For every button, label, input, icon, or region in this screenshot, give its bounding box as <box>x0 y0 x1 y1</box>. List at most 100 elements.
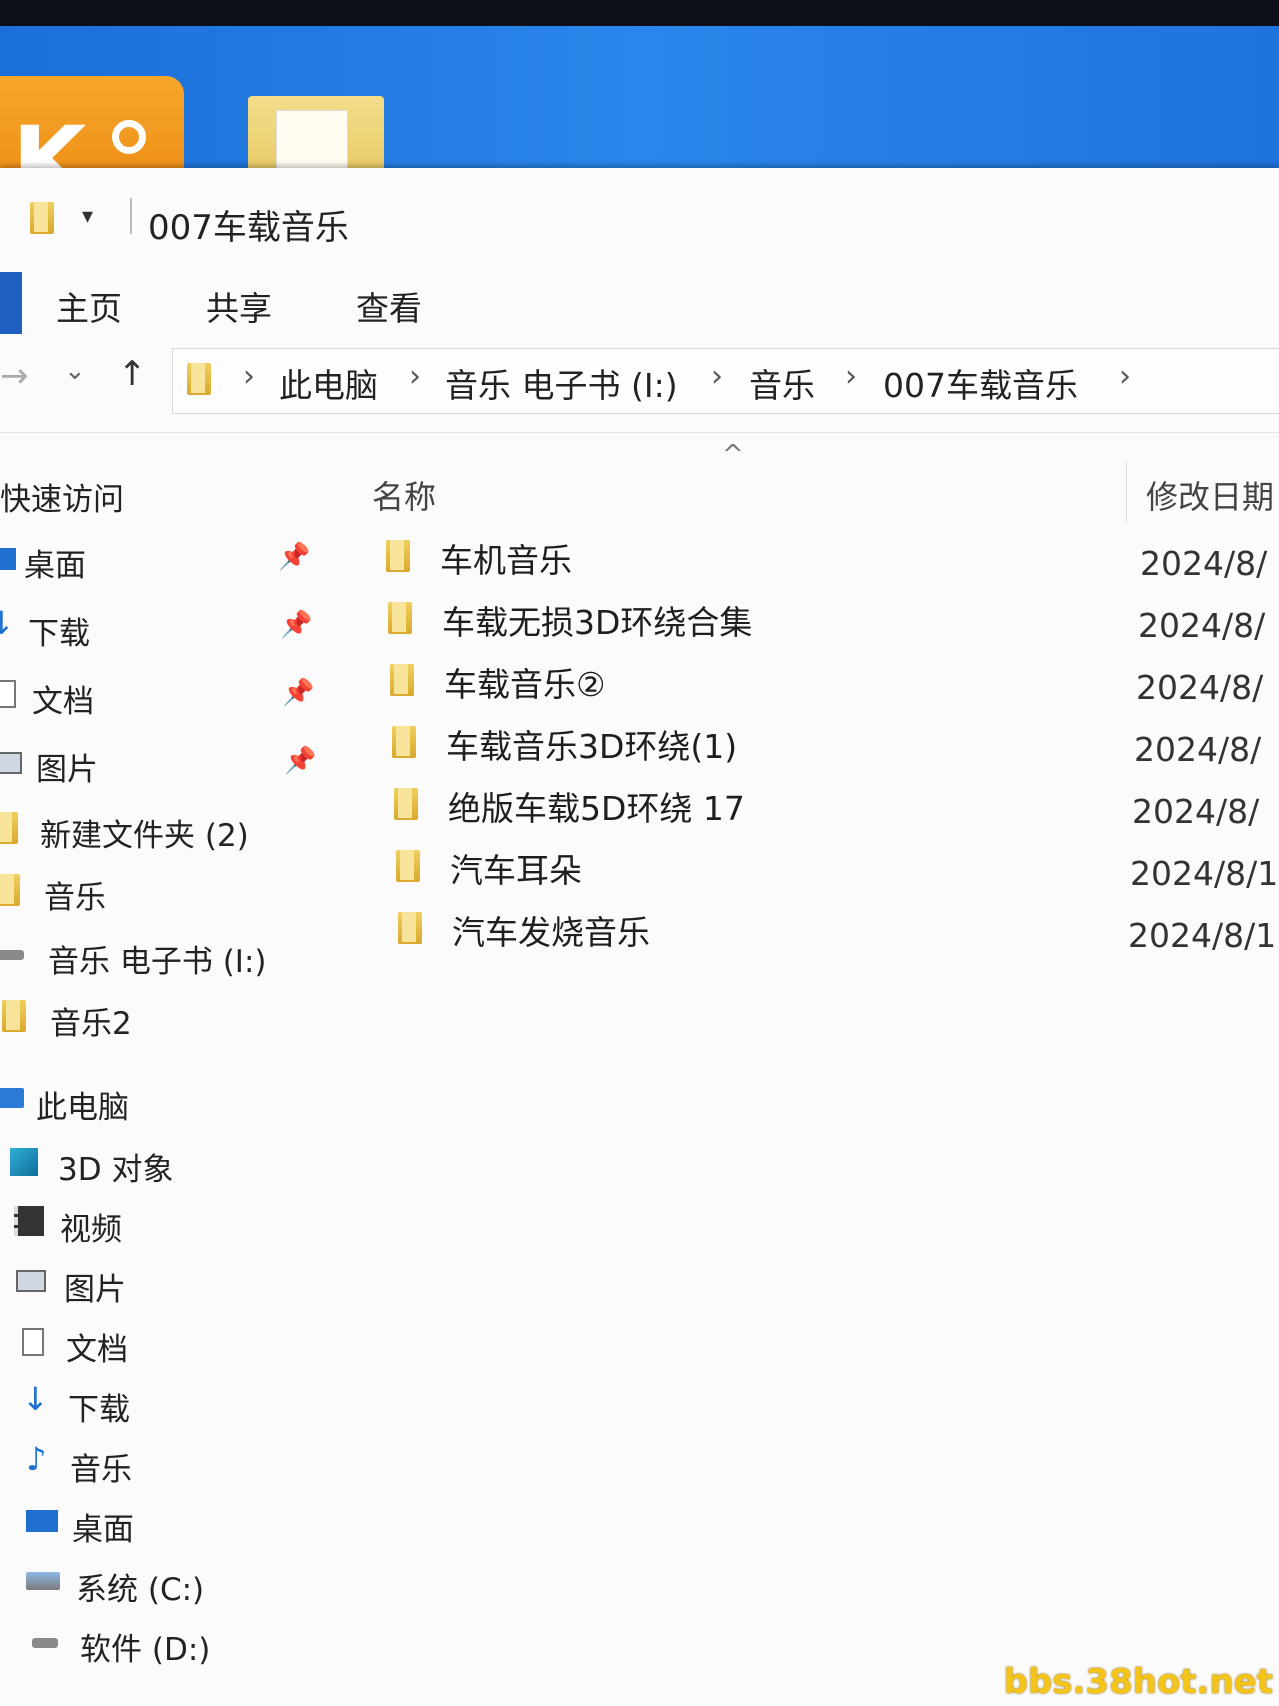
folder-icon <box>394 788 418 820</box>
pictures-icon <box>0 752 22 774</box>
nav-item-label: 视频 <box>60 1212 122 1248</box>
address-bar-row: → ⌄ ↑ › 此电脑 › 音乐 电子书 (I:) › 音乐 › 007车载音乐… <box>0 336 1279 433</box>
nav-item-label: 软件 (D:) <box>80 1632 211 1668</box>
navigation-pane: 快速访问 桌面 📌 ↓ 下载 📌 文档 📌 图片 📌 新建文件夹 (2) 音乐 … <box>0 432 320 1706</box>
file-date: 2024/8/1 <box>1128 916 1277 955</box>
drive-icon <box>0 950 24 960</box>
tab-share[interactable]: 共享 <box>206 282 272 330</box>
music-icon: ♪ <box>26 1440 47 1478</box>
nav-this-pc-label: 此电脑 <box>36 1090 129 1126</box>
window-title: 007车载音乐 <box>148 208 349 248</box>
video-icon <box>14 1206 44 1236</box>
recent-locations-chevron-icon[interactable]: ⌄ <box>64 356 86 386</box>
quick-access-dropdown[interactable]: ▾ <box>82 204 93 229</box>
desktop-icon <box>26 1510 58 1532</box>
folder-icon <box>390 664 414 696</box>
this-pc-icon <box>0 1088 24 1108</box>
file-list: ^ 名称 修改日期 车机音乐 2024/8/ 车载无损3D环绕合集 2024/8… <box>320 432 1279 1706</box>
nav-item-label: 桌面 <box>72 1512 134 1548</box>
title-bar: ▾ 007车载音乐 <box>0 168 1279 268</box>
nav-item-label: 图片 <box>36 752 98 788</box>
file-date: 2024/8/ <box>1136 668 1264 707</box>
file-name: 汽车耳朵 <box>450 851 582 890</box>
breadcrumb-current-folder[interactable]: 007车载音乐 <box>883 359 1078 407</box>
folder-icon <box>30 202 54 234</box>
file-date: 2024/8/1 <box>1130 854 1279 893</box>
chevron-right-icon[interactable]: › <box>409 359 421 394</box>
file-name: 车载音乐3D环绕(1) <box>446 727 738 766</box>
table-row[interactable]: 车载音乐3D环绕(1) 2024/8/ <box>320 718 1279 776</box>
sort-ascending-icon: ^ <box>722 440 744 470</box>
nav-quick-access-label: 快速访问 <box>0 482 124 518</box>
breadcrumb-drive-i[interactable]: 音乐 电子书 (I:) <box>445 359 678 407</box>
breadcrumb-this-pc[interactable]: 此电脑 <box>279 359 378 407</box>
up-arrow-icon[interactable]: ↑ <box>118 354 147 394</box>
pin-icon[interactable]: 📌 <box>280 610 312 640</box>
tab-view[interactable]: 查看 <box>356 282 422 330</box>
table-row[interactable]: 车载音乐② 2024/8/ <box>320 656 1279 714</box>
tab-home[interactable]: 主页 <box>56 282 122 330</box>
folder-icon <box>388 602 412 634</box>
nav-item-label: 系统 (C:) <box>76 1572 205 1608</box>
watermark: bbs.38hot.net <box>1003 1662 1273 1702</box>
table-row[interactable]: 汽车发烧音乐 2024/8/1 <box>320 904 1279 962</box>
folder-icon <box>2 1000 26 1032</box>
nav-item-label: 下载 <box>68 1392 130 1428</box>
folder-icon <box>0 812 18 844</box>
drive-icon <box>32 1638 58 1648</box>
table-row[interactable]: 汽车耳朵 2024/8/1 <box>320 842 1279 900</box>
nav-item-label: 音乐2 <box>50 1006 132 1042</box>
chevron-right-icon[interactable]: › <box>711 359 723 394</box>
screen-bezel <box>0 0 1279 26</box>
download-icon: ↓ <box>0 604 15 642</box>
nav-item-label: 文档 <box>32 684 94 720</box>
document-icon <box>0 680 16 708</box>
file-date: 2024/8/ <box>1140 544 1268 583</box>
pin-icon[interactable]: 📌 <box>278 542 310 572</box>
forward-arrow-icon[interactable]: → <box>0 356 29 396</box>
nav-item-label: 新建文件夹 (2) <box>40 818 249 854</box>
pin-icon[interactable]: 📌 <box>284 746 316 776</box>
system-drive-icon <box>26 1572 60 1590</box>
folder-icon <box>396 850 420 882</box>
ribbon: 主页 共享 查看 <box>0 268 1279 336</box>
folder-icon <box>386 540 410 572</box>
breadcrumb[interactable]: › 此电脑 › 音乐 电子书 (I:) › 音乐 › 007车载音乐 › <box>172 348 1279 414</box>
desktop-icon <box>0 548 16 570</box>
ribbon-file-tab[interactable] <box>0 272 22 334</box>
pictures-icon <box>16 1270 46 1292</box>
nav-item-label: 音乐 <box>70 1452 132 1488</box>
pin-icon[interactable]: 📌 <box>282 678 314 708</box>
nav-item-label: 文档 <box>66 1332 128 1368</box>
file-name: 绝版车载5D环绕 17 <box>448 789 745 828</box>
folder-icon <box>398 912 422 944</box>
column-header-name[interactable]: 名称 <box>372 472 436 518</box>
column-header-date-modified[interactable]: 修改日期 <box>1146 472 1274 518</box>
folder-icon <box>187 363 211 395</box>
column-divider[interactable] <box>1126 462 1127 522</box>
file-name: 车载音乐② <box>444 665 606 704</box>
table-row[interactable]: 车载无损3D环绕合集 2024/8/ <box>320 594 1279 652</box>
document-icon <box>22 1328 44 1356</box>
chevron-right-icon[interactable]: › <box>243 359 255 394</box>
desktop-background: K <box>0 26 1279 210</box>
3d-objects-icon <box>10 1148 38 1176</box>
chevron-right-icon[interactable]: › <box>1119 359 1131 394</box>
nav-item-label: 图片 <box>64 1272 126 1308</box>
nav-item-label: 桌面 <box>24 548 86 584</box>
table-row[interactable]: 绝版车载5D环绕 17 2024/8/ <box>320 780 1279 838</box>
file-date: 2024/8/ <box>1132 792 1260 831</box>
file-explorer-window: ▾ 007车载音乐 主页 共享 查看 → ⌄ ↑ › 此电脑 › 音乐 电子书 … <box>0 168 1279 1706</box>
nav-item-label: 音乐 <box>44 880 106 916</box>
file-date: 2024/8/ <box>1138 606 1266 645</box>
folder-icon <box>0 874 20 906</box>
title-separator <box>130 198 132 234</box>
file-name: 车载无损3D环绕合集 <box>442 603 753 642</box>
table-row[interactable]: 车机音乐 2024/8/ <box>320 532 1279 590</box>
file-name: 汽车发烧音乐 <box>452 913 650 952</box>
file-name: 车机音乐 <box>440 541 572 580</box>
k-logo-ring-icon <box>112 120 146 154</box>
file-date: 2024/8/ <box>1134 730 1262 769</box>
chevron-right-icon[interactable]: › <box>845 359 857 394</box>
breadcrumb-music[interactable]: 音乐 <box>749 359 815 407</box>
